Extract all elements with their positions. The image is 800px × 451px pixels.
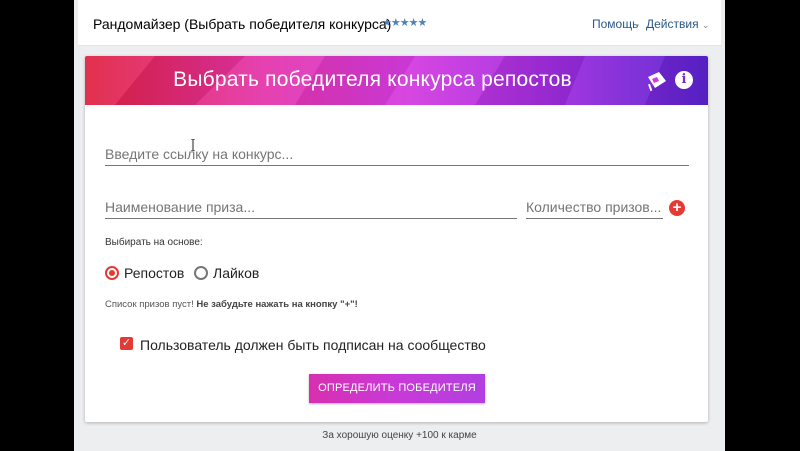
empty-prize-list-note: Список призов пуст! Не забудьте нажать н…	[105, 299, 358, 310]
subscribed-checkbox[interactable]: ✓	[120, 337, 133, 350]
footer-note: За хорошую оценку +100 к карме	[322, 430, 477, 441]
prize-name-field[interactable]	[105, 199, 517, 219]
help-link[interactable]: Помощь	[592, 17, 638, 31]
determine-winner-button[interactable]: ОПРЕДЕЛИТЬ ПОБЕДИТЕЛЯ	[309, 374, 485, 403]
radio-unchecked-icon	[194, 266, 208, 280]
checkmark-icon: ✓	[121, 337, 132, 349]
prize-name-input[interactable]	[105, 199, 517, 215]
text-cursor-icon	[191, 139, 195, 151]
header-separator: ·	[636, 17, 640, 31]
info-icon[interactable]: i	[675, 71, 693, 89]
basis-label: Выбирать на основе:	[105, 237, 203, 248]
actions-menu[interactable]: Действия ⌄	[646, 17, 709, 31]
empty-list-text: Список призов пуст!	[105, 299, 197, 310]
flag-icon[interactable]	[646, 70, 668, 92]
radio-reposts-label: Репостов	[124, 265, 185, 281]
prize-count-field[interactable]	[526, 199, 663, 219]
chevron-down-icon: ⌄	[701, 20, 710, 30]
app-title: Рандомайзер (Выбрать победителя конкурса…	[93, 16, 392, 32]
rating-stars[interactable]: ★★★★★	[382, 16, 427, 29]
app-header: Рандомайзер (Выбрать победителя конкурса…	[78, 0, 721, 46]
banner-title: Выбрать победителя конкурса репостов	[173, 68, 572, 91]
radio-checked-icon	[105, 266, 119, 280]
empty-list-hint: Не забудьте нажать на кнопку "+"!	[196, 299, 358, 310]
add-prize-button[interactable]: +	[669, 200, 685, 216]
radio-likes-label: Лайков	[213, 265, 260, 281]
contest-card: Выбрать победителя конкурса репостов i +…	[85, 56, 708, 422]
prize-count-input[interactable]	[526, 199, 663, 215]
subscribed-label[interactable]: Пользователь должен быть подписан на соо…	[140, 337, 486, 353]
app-window: Рандомайзер (Выбрать победителя конкурса…	[74, 0, 725, 451]
actions-label: Действия	[646, 17, 699, 31]
banner: Выбрать победителя конкурса репостов i	[85, 56, 708, 105]
